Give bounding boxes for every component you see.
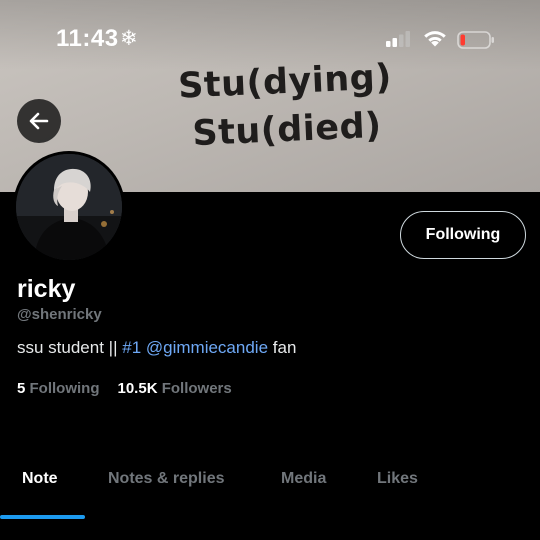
avatar-photo [16,154,122,260]
bio-hashtag-link[interactable]: #1 [122,338,141,357]
following-button[interactable]: Following [400,211,526,259]
following-label: Following [29,380,100,397]
snowflake-icon: ❄ [120,27,138,50]
active-tab-indicator [0,515,85,519]
tab-notes-and-replies[interactable]: Notes & replies [108,470,224,498]
bio-mention-link[interactable]: @gimmiecandie [146,338,268,357]
user-handle: @shenricky [17,306,102,323]
battery-low-icon [457,31,494,49]
bio-suffix: fan [272,338,297,357]
profile-tabs: Note Notes & replies Media Likes [0,470,540,518]
tab-media[interactable]: Media [281,470,326,498]
tab-note[interactable]: Note [22,470,58,498]
arrow-left-icon [29,112,49,130]
profile-bio: ssu student || #1 @gimmiecandie fan [17,338,296,358]
followers-count: 10.5K [117,380,158,397]
wifi-icon [424,31,446,47]
display-name: ricky [17,275,76,303]
tab-likes[interactable]: Likes [377,470,418,498]
followers-label: Followers [161,380,232,397]
banner-line-2: Stu(died) [191,105,383,155]
following-count: 5 [17,380,26,397]
following-stat[interactable]: 5 Following [17,380,100,397]
banner-text: Stu(dying) Stu(died) [174,53,398,159]
avatar[interactable] [13,151,125,263]
cellular-signal-icon [386,31,410,47]
back-button[interactable] [17,99,61,143]
status-time: 11:43 [56,25,119,52]
profile-stats: 5 Following 10.5K Followers [17,380,232,397]
bio-text: ssu student || [17,338,123,357]
followers-stat[interactable]: 10.5K Followers [118,380,232,397]
